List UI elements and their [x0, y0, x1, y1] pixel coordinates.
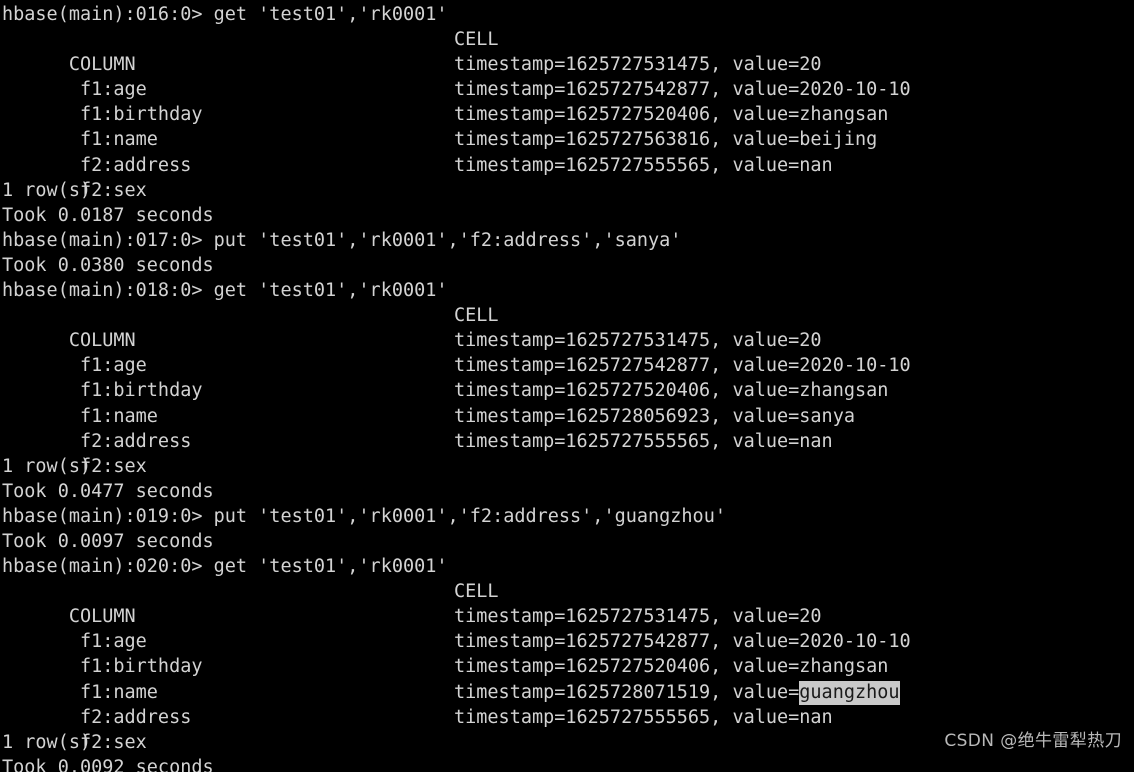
table-row: f1:age timestamp=1625727531475, value=20 — [2, 328, 1134, 376]
terminal-window[interactable]: hbase(main):016:0> get 'test01','rk0001'… — [0, 0, 1134, 772]
took-line: Took 0.0380 seconds — [2, 254, 214, 276]
cell-value: timestamp=1625727520406, value=zhangsan — [454, 656, 889, 678]
cell-value: timestamp=1625727555565, value=nan — [454, 706, 833, 728]
cell-value: timestamp=1625727520406, value=zhangsan — [454, 104, 889, 126]
cell-value-prefix: timestamp=1625728071519, value= — [454, 681, 800, 703]
shell-prompt-line: hbase(main):016:0> get 'test01','rk0001' — [2, 4, 448, 25]
table-row: f1:name timestamp=1625727520406, value=z… — [2, 378, 1134, 426]
row-count-line: 1 row(s) — [2, 179, 92, 201]
table-row: f1:birthday timestamp=1625727542877, val… — [2, 353, 1134, 401]
table-row: f2:address timestamp=1625727563816, valu… — [2, 127, 1134, 175]
cell-value: timestamp=1625727531475, value=20 — [454, 54, 822, 76]
cell-header: CELL — [454, 305, 499, 327]
result-header-row: COLUMN CELL — [2, 303, 1134, 351]
cell-value: timestamp=1625727531475, value=20 — [454, 330, 822, 352]
table-row: f1:age timestamp=1625727531475, value=20 — [2, 604, 1134, 652]
took-line: Took 0.0477 seconds — [2, 480, 214, 502]
cell-value: timestamp=1625728056923, value=sanya — [454, 405, 855, 427]
took-line: Took 0.0097 seconds — [2, 530, 214, 552]
result-header-row: COLUMN CELL — [2, 27, 1134, 75]
cell-header: CELL — [454, 29, 499, 51]
shell-prompt-line: hbase(main):018:0> get 'test01','rk0001' — [2, 280, 448, 302]
took-line: Took 0.0187 seconds — [2, 204, 214, 226]
cell-value: timestamp=1625727531475, value=20 — [454, 606, 822, 628]
cell-value: timestamp=1625727542877, value=2020-10-1… — [454, 631, 911, 653]
cell-value: timestamp=1625728071519, value=guangzhou — [454, 680, 900, 705]
table-row: f1:name timestamp=1625727520406, value=z… — [2, 102, 1134, 150]
table-row: f2:sex timestamp=1625727555565, value=na… — [2, 705, 1134, 753]
cell-value: timestamp=1625727555565, value=nan — [454, 154, 833, 176]
table-row-selected[interactable]: f2:address timestamp=1625728071519, valu… — [2, 680, 1134, 728]
table-row: f1:birthday timestamp=1625727542877, val… — [2, 629, 1134, 677]
terminal-screen[interactable]: hbase(main):016:0> get 'test01','rk0001'… — [0, 0, 1134, 772]
table-row: f1:birthday timestamp=1625727542877, val… — [2, 77, 1134, 125]
table-row: f2:sex timestamp=1625727555565, value=na… — [2, 429, 1134, 477]
row-count-line: 1 row(s) — [2, 455, 92, 477]
cell-column-name: f2:sex — [68, 731, 147, 753]
shell-prompt-line: hbase(main):017:0> put 'test01','rk0001'… — [2, 229, 682, 251]
result-header-row: COLUMN CELL — [2, 579, 1134, 627]
cell-column-name: f2:sex — [68, 179, 147, 201]
watermark: CSDN @绝牛雷犁热刀 — [944, 730, 1122, 751]
cell-value: timestamp=1625727520406, value=zhangsan — [454, 380, 889, 402]
selected-text-highlight[interactable]: guangzhou — [799, 680, 900, 705]
shell-prompt-line: hbase(main):019:0> put 'test01','rk0001'… — [2, 505, 726, 527]
table-row: f2:address timestamp=1625728056923, valu… — [2, 404, 1134, 452]
shell-prompt-line: hbase(main):020:0> get 'test01','rk0001' — [2, 556, 448, 578]
table-row: f1:age timestamp=1625727531475, value=20 — [2, 52, 1134, 100]
took-line: Took 0.0092 seconds — [2, 756, 214, 772]
cell-value: timestamp=1625727542877, value=2020-10-1… — [454, 355, 911, 377]
cell-header: CELL — [454, 581, 499, 603]
cell-value: timestamp=1625727555565, value=nan — [454, 430, 833, 452]
cell-value: timestamp=1625727542877, value=2020-10-1… — [454, 79, 911, 101]
cell-value: timestamp=1625727563816, value=beijing — [454, 129, 878, 151]
cell-column-name: f2:sex — [68, 455, 147, 477]
table-row: f1:name timestamp=1625727520406, value=z… — [2, 654, 1134, 702]
table-row: f2:sex timestamp=1625727555565, value=na… — [2, 153, 1134, 201]
